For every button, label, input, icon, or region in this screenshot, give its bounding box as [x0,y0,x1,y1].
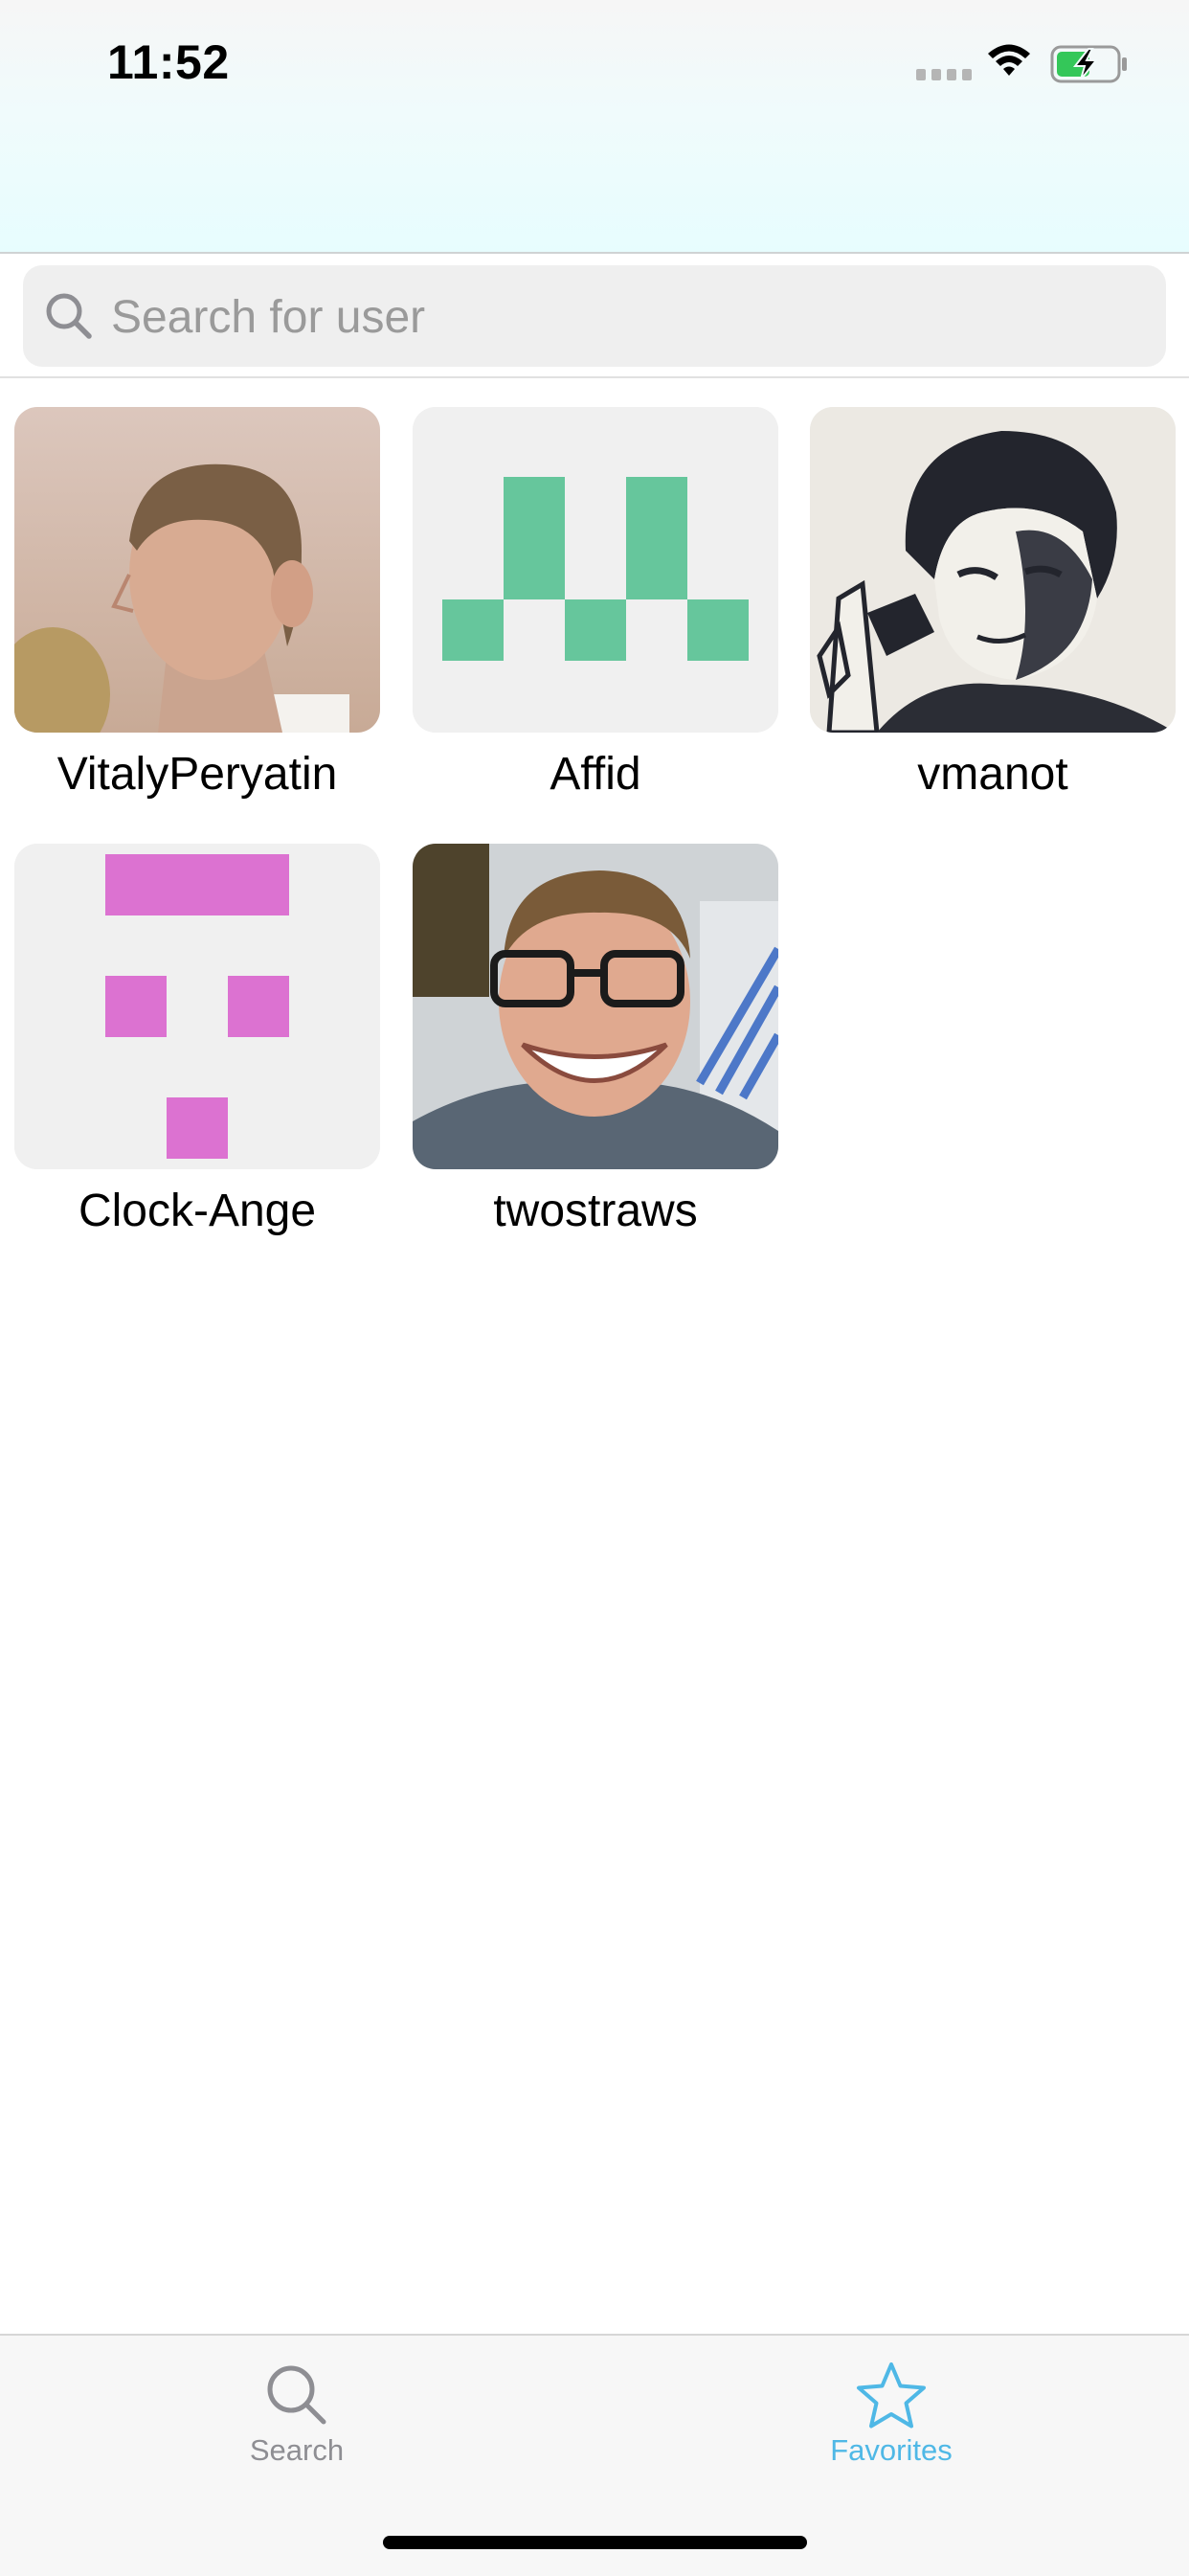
user-avatar[interactable] [413,844,778,1169]
battery-charging-icon [1050,45,1127,83]
user-name: VitalyPeryatin [56,749,338,800]
user-avatar[interactable] [14,407,380,733]
user-name: twostraws [493,1186,698,1236]
search-bar[interactable] [23,265,1166,369]
user-card[interactable]: Clock-Ange [14,844,380,1237]
navigation-header: 11:52 [0,0,1189,254]
home-indicator[interactable] [383,2536,807,2549]
status-time: 11:52 [107,35,230,89]
user-avatar[interactable] [14,844,380,1169]
sketch-portrait-icon [810,407,1176,733]
photo-young-man-profile-icon [14,407,380,733]
tab-favorites[interactable]: Favorites [776,2361,1006,2468]
star-icon [857,2362,926,2429]
user-card[interactable]: Affid [413,407,778,801]
identicon-green [413,407,778,733]
user-card[interactable]: twostraws [413,844,778,1237]
photo-smiling-man-glasses-icon [413,844,778,1169]
user-avatar[interactable] [413,407,778,733]
user-card[interactable]: VitalyPeryatin [14,407,380,801]
tab-search-label: Search [249,2433,345,2467]
search-icon [267,2365,326,2425]
user-name: Affid [550,749,641,800]
wifi-icon [988,44,1030,76]
search-input[interactable] [109,265,1147,369]
identicon-pink [14,844,380,1169]
user-name: vmanot [917,749,1068,800]
user-card[interactable]: vmanot [810,407,1176,801]
user-name: Clock-Ange [78,1186,317,1236]
tab-search[interactable]: Search [182,2361,412,2468]
cellular-signal-icon [916,69,972,80]
user-avatar[interactable] [810,407,1176,733]
search-icon [46,293,92,339]
search-bar-container [0,254,1189,378]
tab-favorites-label: Favorites [830,2433,953,2467]
